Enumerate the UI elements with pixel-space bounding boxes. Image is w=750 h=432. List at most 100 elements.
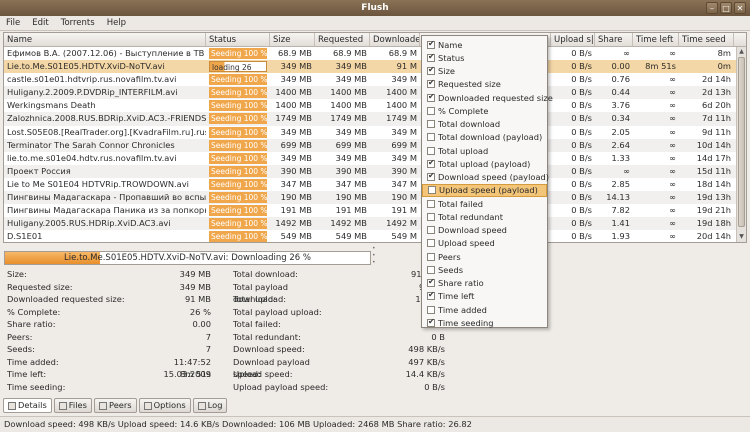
- menu-help[interactable]: Help: [101, 16, 132, 30]
- cell-share: 0.00: [611, 61, 630, 72]
- cell-requested: 1400 MB: [330, 87, 367, 98]
- checkbox-icon[interactable]: [427, 212, 435, 221]
- checkbox-icon[interactable]: [427, 106, 435, 115]
- cell-status: Seeding 100 %: [206, 47, 270, 60]
- column-menu-item[interactable]: Time added: [422, 303, 547, 316]
- cell-share: 0.44: [611, 87, 630, 98]
- scroll-up-icon[interactable]: ▲: [738, 48, 745, 56]
- close-icon[interactable]: ✕: [734, 2, 746, 14]
- column-menu-item[interactable]: Download speed (payload): [422, 171, 549, 184]
- column-menu-item[interactable]: Download speed: [422, 224, 547, 237]
- table-row[interactable]: castle.s01e01.hdtvrip.rus.novafilm.tv.av…: [4, 73, 746, 86]
- checkbox-icon[interactable]: [427, 171, 435, 182]
- table-row[interactable]: Lie.to.Me.S01E05.HDTV.XviD-NoTV.avi loadi…: [4, 60, 746, 74]
- table-row[interactable]: Huligany.2005.RUS.HDRip.XviD.AC3.avi Seed…: [4, 217, 746, 231]
- column-header-upload-speed[interactable]: Upload s|: [551, 33, 595, 46]
- tab-files[interactable]: Files: [53, 398, 92, 413]
- checkbox-icon[interactable]: [427, 226, 435, 235]
- tab-log[interactable]: Log: [192, 398, 228, 413]
- column-menu-item[interactable]: Time left: [422, 290, 547, 303]
- table-row[interactable]: Lie to Me S01E04 HDTVRip.TROWDOWN.avi See…: [4, 178, 746, 191]
- menu-file[interactable]: File: [0, 16, 26, 30]
- column-menu-item[interactable]: Total redundant: [422, 210, 547, 223]
- cell-downloaded: 349 M: [391, 74, 417, 85]
- details-tabs: Details Files Peers Options Log: [3, 398, 228, 413]
- table-row[interactable]: Ефимов В.А. (2007.12.06) - Выступление в…: [4, 47, 746, 60]
- checkbox-icon[interactable]: [428, 186, 436, 195]
- checkbox-icon[interactable]: [427, 252, 435, 261]
- column-header-share[interactable]: Share: [595, 33, 633, 46]
- checkbox-icon[interactable]: [427, 290, 435, 301]
- column-menu-item[interactable]: Total upload: [422, 144, 547, 157]
- log-icon: [197, 401, 206, 410]
- checkbox-icon[interactable]: [427, 277, 435, 288]
- column-menu-item[interactable]: Share ratio: [422, 277, 547, 290]
- cell-requested: 390 MB: [335, 165, 367, 176]
- column-menu-item[interactable]: Total download (payload): [422, 131, 547, 144]
- column-menu-item[interactable]: Downloaded requested size: [422, 91, 553, 104]
- column-header-requested[interactable]: Requested: [315, 33, 370, 46]
- checkbox-icon[interactable]: [427, 146, 435, 155]
- checkbox-icon[interactable]: [427, 39, 435, 49]
- maximize-icon[interactable]: □: [720, 2, 732, 14]
- column-menu-item[interactable]: Total download: [422, 118, 547, 131]
- status-bar-fill: Seeding 100 %: [209, 165, 268, 177]
- table-row[interactable]: Пингвины Мадагаскара - Пропавший во вспы…: [4, 191, 746, 205]
- column-menu-item[interactable]: Total failed: [422, 197, 547, 210]
- menu-torrents[interactable]: Torrents: [55, 16, 101, 30]
- column-menu-item[interactable]: Requested size: [422, 78, 547, 91]
- checkbox-icon[interactable]: [427, 199, 435, 208]
- checkbox-icon[interactable]: [427, 78, 435, 89]
- checkbox-icon[interactable]: [427, 158, 435, 168]
- column-header-size[interactable]: Size: [270, 33, 315, 46]
- pane-resize-handle[interactable]: • • •: [372, 245, 378, 266]
- detail-label: Download speed:: [233, 344, 305, 354]
- tab-peers[interactable]: Peers: [93, 398, 137, 413]
- checkbox-icon[interactable]: [427, 305, 435, 314]
- table-scrollbar[interactable]: ▲ ▼: [736, 47, 746, 242]
- column-header-time-seed[interactable]: Time seed: [679, 33, 734, 46]
- cell-name: Werkingsmans Death: [7, 100, 96, 111]
- column-header-time-left[interactable]: Time left: [633, 33, 679, 46]
- tab-options[interactable]: Options: [138, 398, 191, 413]
- checkbox-icon[interactable]: [427, 239, 435, 248]
- column-menu-item[interactable]: Total upload (payload): [422, 157, 547, 170]
- table-row[interactable]: lie.to.me.s01e04.hdtv.rus.novafilm.tv.av…: [4, 152, 746, 165]
- table-row[interactable]: Terminator The Sarah Connor Chronicles Se…: [4, 138, 746, 152]
- options-icon: [143, 401, 152, 410]
- checkbox-icon[interactable]: [427, 120, 435, 129]
- column-menu-item[interactable]: Upload speed: [422, 237, 547, 250]
- checkbox-icon[interactable]: [427, 133, 435, 142]
- column-menu-item[interactable]: Status: [422, 51, 547, 64]
- checkbox-icon[interactable]: [427, 92, 435, 102]
- column-menu-item[interactable]: Time seeding: [422, 316, 547, 329]
- table-row[interactable]: Проект Россия Seeding 100 % 390 MB 390 MB 39…: [4, 164, 746, 178]
- column-menu-item[interactable]: Name: [422, 38, 547, 51]
- column-visibility-menu: Name Status Size Requested size Downloaded r…: [421, 35, 553, 329]
- column-header-name[interactable]: Name: [4, 33, 206, 46]
- checkbox-icon[interactable]: [427, 265, 435, 274]
- column-menu-item[interactable]: Seeds: [422, 263, 547, 276]
- table-row[interactable]: D.S1E01 Seeding 100 % 549 MB 549 MB 549 M 0 B…: [4, 230, 746, 242]
- column-header-status[interactable]: Status: [206, 33, 270, 46]
- table-row[interactable]: Werkingsmans Death Seeding 100 % 1400 MB 14…: [4, 99, 746, 112]
- menu-edit[interactable]: Edit: [26, 16, 54, 30]
- column-menu-item[interactable]: % Complete: [422, 104, 547, 117]
- column-menu-item[interactable]: Upload speed (payload): [422, 183, 547, 197]
- column-menu-label: Time seeding: [438, 317, 494, 328]
- table-row[interactable]: Пингвины Мадагаскара Паника из за попкор…: [4, 204, 746, 217]
- minimize-icon[interactable]: –: [706, 2, 718, 14]
- column-menu-item[interactable]: Size: [422, 65, 547, 78]
- checkbox-icon[interactable]: [427, 52, 435, 62]
- column-menu-item[interactable]: Peers: [422, 250, 547, 263]
- table-row[interactable]: Huligany.2.2009.P.DVDRip_INTERFILM.avi Se…: [4, 86, 746, 100]
- tab-details[interactable]: Details: [3, 398, 52, 413]
- checkbox-icon[interactable]: [427, 317, 435, 327]
- column-header-downloaded[interactable]: Downloaded: [370, 33, 420, 46]
- scroll-down-icon[interactable]: ▼: [738, 233, 745, 241]
- scrollbar-thumb[interactable]: [738, 57, 745, 227]
- cell-status: Seeding 100 %: [206, 204, 270, 217]
- table-row[interactable]: Lost.S05E08.[RealTrader.org].[KvadraFilm…: [4, 126, 746, 139]
- checkbox-icon[interactable]: [427, 65, 435, 76]
- table-row[interactable]: Zalozhnica.2008.RUS.BDRip.XviD.AC3.-FRIE…: [4, 112, 746, 126]
